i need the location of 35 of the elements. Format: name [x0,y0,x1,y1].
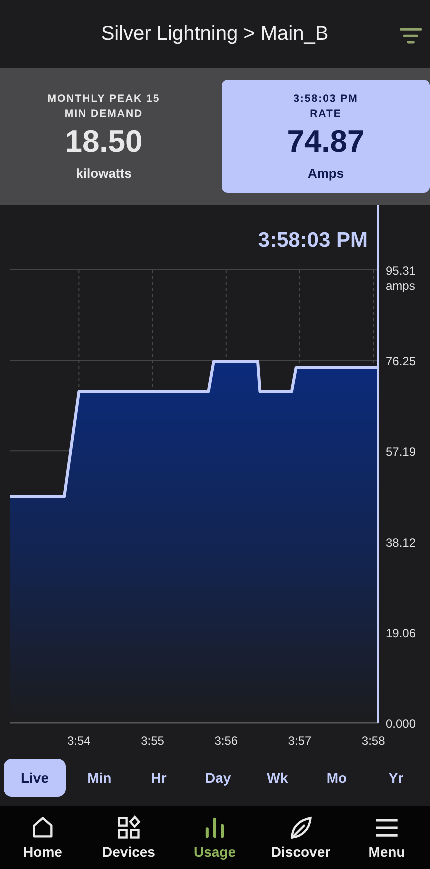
y-axis-label: amps [386,279,416,293]
screen-title: Silver Lightning > Main_B [101,22,329,46]
y-tick-label: 95.31 [386,264,416,278]
card-caption: RATE [310,107,342,122]
chart-timestamp: 3:58:03 PM [258,229,368,253]
nav-item[interactable]: Devices [86,815,172,860]
card-unit: kilowatts [76,166,132,181]
nav-item[interactable]: Usage [172,815,258,860]
card-time: 3:58:03 PM [294,92,358,107]
leaf-icon [288,815,314,841]
y-tick-label: 76.25 [386,354,416,369]
range-tab[interactable]: Mo [307,759,367,797]
y-tick-label: 0.000 [386,717,416,731]
nav-item[interactable]: Discover [258,815,344,860]
y-tick-label: 57.19 [386,445,416,460]
y-tick-label: 19.06 [386,626,416,640]
x-tick-label: 3:54 [68,734,91,748]
card-value: 74.87 [287,124,365,160]
nav-item[interactable]: Menu [344,815,430,860]
grid-icon [116,815,142,841]
x-tick-label: 3:58 [362,734,386,748]
range-tab[interactable]: Day [188,759,248,797]
nav-item[interactable]: Home [0,815,86,860]
y-tick-label: 38.12 [386,536,416,550]
x-tick-label: 3:56 [214,734,238,748]
range-tab[interactable]: Live [4,759,66,797]
x-tick-label: 3:55 [141,734,164,748]
card-unit: Amps [308,166,344,181]
card-value: 18.50 [65,124,143,160]
x-tick-label: 3:57 [288,734,312,748]
card-caption: MONTHLY PEAK 15 MIN DEMAND [46,92,162,122]
range-tab[interactable]: Min [70,759,130,797]
range-tab[interactable]: Yr [366,759,426,797]
range-tab[interactable]: Hr [129,759,189,797]
range-tab[interactable]: Wk [248,759,308,797]
